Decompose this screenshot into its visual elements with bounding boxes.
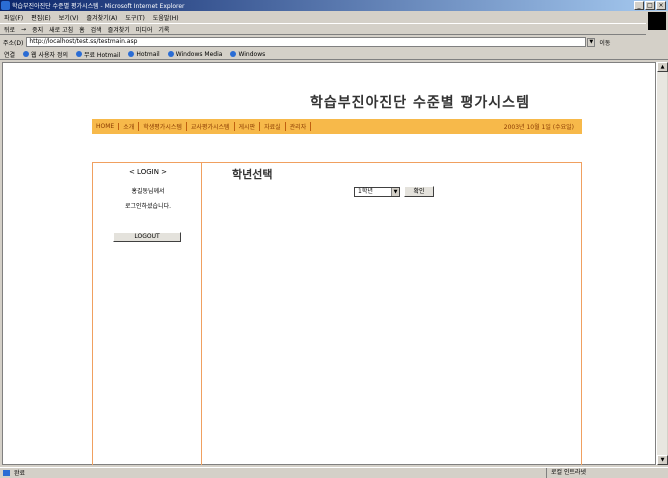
history-button[interactable]: 기록 xyxy=(158,25,169,34)
menu-view[interactable]: 보기(V) xyxy=(59,13,79,22)
window-title: 학습부진아진단 수준별 평가시스템 - Microsoft Internet E… xyxy=(12,3,185,10)
windows-logo-icon xyxy=(648,12,666,30)
menu-edit[interactable]: 편집(E) xyxy=(31,13,51,22)
link-customize[interactable]: 웹 사용자 정의 xyxy=(23,50,68,59)
nav-about[interactable]: 소개 xyxy=(119,122,140,131)
status-bar: 완료 로컬 인트라넷 xyxy=(0,467,668,478)
nav-board[interactable]: 게시판 xyxy=(235,122,261,131)
login-title: < LOGIN > xyxy=(128,168,168,176)
main-panel: 학년선택 1학년 ▼ 확인 xyxy=(202,162,582,465)
nav-admin[interactable]: 관리자 xyxy=(286,122,312,131)
nav-teacher-eval[interactable]: 교사평가시스템 xyxy=(187,122,235,131)
go-button[interactable]: 이동 xyxy=(599,38,610,47)
logout-button[interactable]: LOGOUT xyxy=(113,232,181,242)
search-button[interactable]: 검색 xyxy=(91,25,102,34)
login-panel: < LOGIN > 홍길동님께서 로그인하셨습니다. LOGOUT xyxy=(92,162,202,465)
site-title: 학습부진아진단 수준별 평가시스템 xyxy=(310,95,530,111)
page-done-icon xyxy=(3,470,10,476)
login-status-text: 로그인하셨습니다. xyxy=(124,203,172,210)
toolbar: 뒤로 → 중지 새로 고침 홈 검색 즐겨찾기 미디어 기록 xyxy=(0,23,646,35)
home-button[interactable]: 홈 xyxy=(79,25,85,34)
login-user-text: 홍길동님께서 xyxy=(131,188,165,195)
address-label: 주소(D) xyxy=(3,39,24,47)
nav-archive[interactable]: 자료실 xyxy=(260,122,286,131)
link-windows[interactable]: Windows xyxy=(230,51,265,58)
address-bar: 주소(D) http://localhost/test.ss/testmain.… xyxy=(0,36,668,48)
minimize-button[interactable]: _ xyxy=(634,1,644,10)
stop-button[interactable]: 중지 xyxy=(32,25,43,34)
window-controls: _ □ × xyxy=(634,1,666,10)
site-nav: HOME 소개 학생평가시스템 교사평가시스템 게시판 자료실 관리자 2003… xyxy=(92,119,582,134)
nav-student-eval[interactable]: 학생평가시스템 xyxy=(139,122,187,131)
ie-icon xyxy=(1,1,10,10)
menu-bar: 파일(F) 편집(E) 보기(V) 즐겨찾기(A) 도구(T) 도움말(H) xyxy=(0,12,668,22)
scroll-up-icon[interactable]: ▲ xyxy=(657,62,668,72)
status-text: 완료 xyxy=(14,470,26,477)
link-windows-media[interactable]: Windows Media xyxy=(168,51,223,58)
scroll-down-icon[interactable]: ▼ xyxy=(657,455,668,465)
section-title: 학년선택 xyxy=(232,168,273,181)
nav-home[interactable]: HOME xyxy=(92,123,120,130)
maximize-button[interactable]: □ xyxy=(645,1,655,10)
window-titlebar: 학습부진아진단 수준별 평가시스템 - Microsoft Internet E… xyxy=(0,0,668,11)
chevron-down-icon[interactable]: ▼ xyxy=(391,188,399,196)
favorites-button[interactable]: 즐겨찾기 xyxy=(108,25,130,34)
address-dropdown-icon[interactable]: ▼ xyxy=(587,37,596,47)
close-button[interactable]: × xyxy=(656,1,666,10)
vertical-scrollbar[interactable]: ▲ ▼ xyxy=(656,62,668,465)
address-input[interactable]: http://localhost/test.ss/testmain.asp xyxy=(26,37,587,47)
link-hotmail[interactable]: Hotmail xyxy=(128,51,159,58)
menu-tools[interactable]: 도구(T) xyxy=(125,13,144,22)
link-free-hotmail[interactable]: 무료 Hotmail xyxy=(76,50,120,59)
back-button[interactable]: 뒤로 xyxy=(4,25,15,34)
menu-file[interactable]: 파일(F) xyxy=(4,13,23,22)
links-label: 연결 xyxy=(4,51,16,59)
links-bar: 연결 웹 사용자 정의 무료 Hotmail Hotmail Windows M… xyxy=(0,49,668,60)
grade-select-value: 1학년 xyxy=(358,188,373,195)
grade-select[interactable]: 1학년 ▼ xyxy=(354,187,400,197)
menu-favorites[interactable]: 즐겨찾기(A) xyxy=(87,13,118,22)
current-date: 2003년 10월 1일 (수요일) xyxy=(503,124,574,131)
forward-button[interactable]: → xyxy=(21,26,26,33)
media-button[interactable]: 미디어 xyxy=(136,25,153,34)
refresh-button[interactable]: 새로 고침 xyxy=(49,25,73,34)
menu-help[interactable]: 도움말(H) xyxy=(153,13,179,22)
confirm-button[interactable]: 확인 xyxy=(404,186,434,197)
